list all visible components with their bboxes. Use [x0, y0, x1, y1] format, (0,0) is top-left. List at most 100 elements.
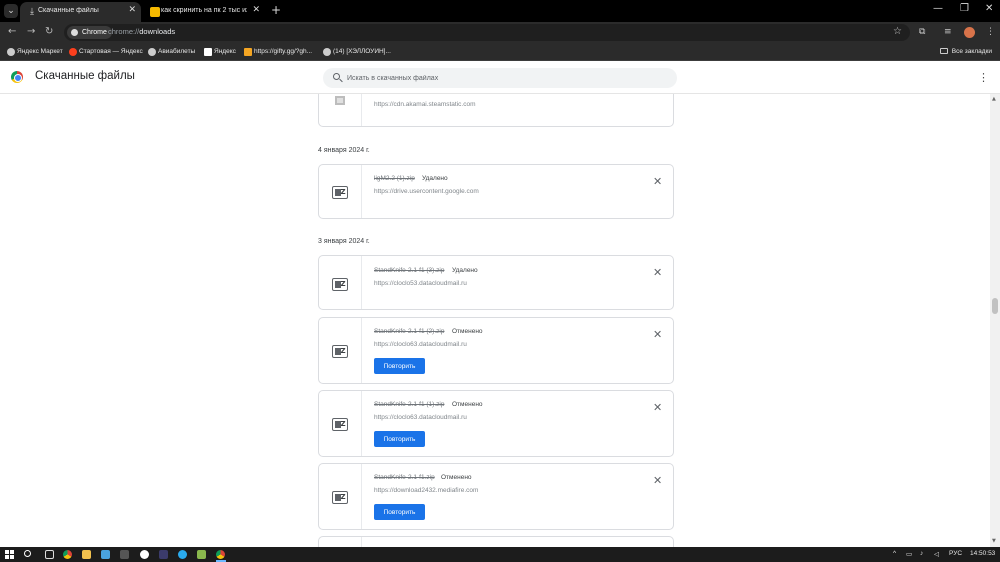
- page-title: Скачанные файлы: [35, 70, 135, 82]
- network-icon[interactable]: ▭: [906, 550, 912, 558]
- bookmark-item[interactable]: https://gifty.gg/?gh...: [244, 47, 312, 57]
- tab-search-result[interactable]: как скринить на пк 2 тыс изоб ✕: [143, 2, 265, 22]
- maximize-button[interactable]: ❐: [960, 3, 969, 14]
- zip-file-icon: Z: [332, 345, 348, 358]
- remove-icon[interactable]: ✕: [653, 402, 662, 413]
- mic-icon[interactable]: ♪: [920, 550, 923, 557]
- search-icon: [333, 73, 340, 80]
- download-card: Z StandKnife-2.1-f1 (1).zip Отменено htt…: [318, 390, 674, 457]
- search-input[interactable]: [347, 71, 667, 85]
- close-window-button[interactable]: ✕: [985, 3, 993, 14]
- chip-label: Chrome: [82, 29, 107, 36]
- tray-expand-icon[interactable]: ^: [893, 550, 896, 557]
- bookmark-item[interactable]: Авиабилеты: [148, 47, 195, 57]
- download-source[interactable]: https://cloclo63.datacloudmail.ru: [374, 414, 467, 421]
- file-explorer-icon[interactable]: [82, 550, 91, 559]
- download-filename[interactable]: StandKnife-2.1-f1 (1).zip: [374, 401, 444, 408]
- remove-icon[interactable]: ✕: [653, 267, 662, 278]
- download-status: Удалено: [452, 267, 478, 274]
- page-header: Скачанные файлы ⋮: [0, 62, 1000, 94]
- app-icon[interactable]: [159, 550, 168, 559]
- yandex-market-icon: [7, 48, 15, 56]
- tab-title: Скачанные файлы: [38, 7, 99, 14]
- scrollbar[interactable]: ▲ ▼: [990, 94, 1000, 547]
- reload-button[interactable]: ↻: [45, 26, 53, 37]
- tab-title: как скринить на пк 2 тыс изоб: [161, 7, 247, 14]
- gifty-icon: [244, 48, 252, 56]
- bookmark-item[interactable]: Яндекс: [204, 47, 236, 57]
- bookmark-star-icon[interactable]: ☆: [893, 26, 902, 37]
- address-bar[interactable]: Chrome chrome://downloads ☆: [64, 24, 910, 41]
- download-status: Отменено: [452, 401, 483, 408]
- aviabilety-icon: [148, 48, 156, 56]
- download-filename[interactable]: StandKnife-2.1-f1 (2).zip: [374, 328, 444, 335]
- download-filename[interactable]: StandKnife-2.1-f1 (3).zip: [374, 267, 444, 274]
- download-status: Отменено: [452, 328, 483, 335]
- retry-button[interactable]: Повторить: [374, 504, 425, 520]
- zip-file-icon: Z: [332, 418, 348, 431]
- tab-search-button[interactable]: ⌄: [4, 4, 18, 18]
- app-icon[interactable]: [120, 550, 129, 559]
- all-bookmarks-button[interactable]: Все закладки: [939, 47, 992, 57]
- task-view-icon[interactable]: [45, 550, 54, 559]
- windows-start-icon[interactable]: [5, 550, 14, 559]
- retry-button[interactable]: Повторить: [374, 358, 425, 374]
- site-favicon-icon: [150, 7, 160, 17]
- zip-file-icon: Z: [332, 491, 348, 504]
- profile-avatar[interactable]: [964, 27, 975, 38]
- download-source[interactable]: https://drive.usercontent.google.com: [374, 188, 479, 195]
- retry-button[interactable]: Повторить: [374, 431, 425, 447]
- forward-button[interactable]: →: [27, 26, 35, 37]
- zip-file-icon: Z: [332, 186, 348, 199]
- download-card: https://cdn.akamai.steamstatic.com: [318, 94, 674, 127]
- url-text: chrome://downloads: [108, 27, 176, 36]
- bookmark-item[interactable]: Яндекс Маркет: [7, 47, 63, 57]
- app-icon[interactable]: [101, 550, 110, 559]
- remove-icon[interactable]: ✕: [653, 329, 662, 340]
- extensions-icon[interactable]: ⧉: [919, 27, 925, 37]
- date-header: 4 января 2024 г.: [318, 147, 370, 154]
- bookmark-item[interactable]: (14) [ХЭЛЛОУИН]...: [323, 47, 391, 57]
- zip-file-icon: Z: [332, 278, 348, 291]
- download-source[interactable]: https://download2432.mediafire.com: [374, 487, 478, 494]
- chrome-icon: [71, 29, 78, 36]
- tab-downloads[interactable]: ⤓ Скачанные файлы ✕: [20, 2, 141, 22]
- download-status: Отменено: [441, 474, 472, 481]
- taskbar-search-icon[interactable]: [24, 550, 31, 557]
- close-tab-icon[interactable]: ✕: [252, 5, 260, 15]
- telegram-icon[interactable]: [178, 550, 187, 559]
- clock[interactable]: 14:50:53: [970, 550, 995, 557]
- scroll-down-icon[interactable]: ▼: [992, 538, 996, 544]
- download-filename[interactable]: StandKnife-2.1-f1.zip: [374, 474, 435, 481]
- site-chip[interactable]: Chrome: [67, 26, 112, 39]
- remove-icon[interactable]: ✕: [653, 176, 662, 187]
- close-tab-icon[interactable]: ✕: [128, 5, 136, 15]
- toolbar: ← → ↻ Chrome chrome://downloads ☆ ⧉ ≡ ⋮: [0, 22, 1000, 43]
- downloads-list: https://cdn.akamai.steamstatic.com 4 янв…: [0, 94, 1000, 547]
- tab-strip: ⌄ ⤓ Скачанные файлы ✕ как скринить на пк…: [0, 0, 1000, 22]
- download-card: [318, 536, 674, 547]
- new-tab-button[interactable]: +: [271, 3, 281, 17]
- download-source[interactable]: https://cloclo63.datacloudmail.ru: [374, 341, 467, 348]
- scrollbar-thumb[interactable]: [992, 298, 998, 314]
- minimize-button[interactable]: —: [933, 3, 943, 14]
- app-icon[interactable]: [197, 550, 206, 559]
- page-menu-icon[interactable]: ⋮: [978, 71, 989, 84]
- chrome-taskbar-icon[interactable]: [63, 550, 72, 559]
- back-button[interactable]: ←: [8, 26, 16, 37]
- reading-list-icon[interactable]: ≡: [944, 27, 952, 37]
- remove-icon[interactable]: ✕: [653, 475, 662, 486]
- chrome-menu-icon[interactable]: ⋮: [986, 27, 995, 37]
- bookmark-item[interactable]: Стартовая — Яндекс: [69, 47, 143, 57]
- download-card: Z StandKnife-2.1-f1.zip Отменено https:/…: [318, 463, 674, 530]
- scroll-up-icon[interactable]: ▲: [992, 96, 996, 102]
- download-source[interactable]: https://cloclo53.datacloudmail.ru: [374, 280, 467, 287]
- date-header: 3 января 2024 г.: [318, 238, 370, 245]
- download-source[interactable]: https://cdn.akamai.steamstatic.com: [374, 101, 476, 108]
- input-language[interactable]: РУС: [949, 550, 962, 557]
- chrome-taskbar-icon[interactable]: [216, 550, 225, 559]
- search-box[interactable]: [323, 68, 677, 88]
- download-filename[interactable]: ligM2.2 (1).zip: [374, 175, 415, 182]
- yandex-browser-icon[interactable]: [140, 550, 149, 559]
- volume-icon[interactable]: ◁: [934, 550, 939, 558]
